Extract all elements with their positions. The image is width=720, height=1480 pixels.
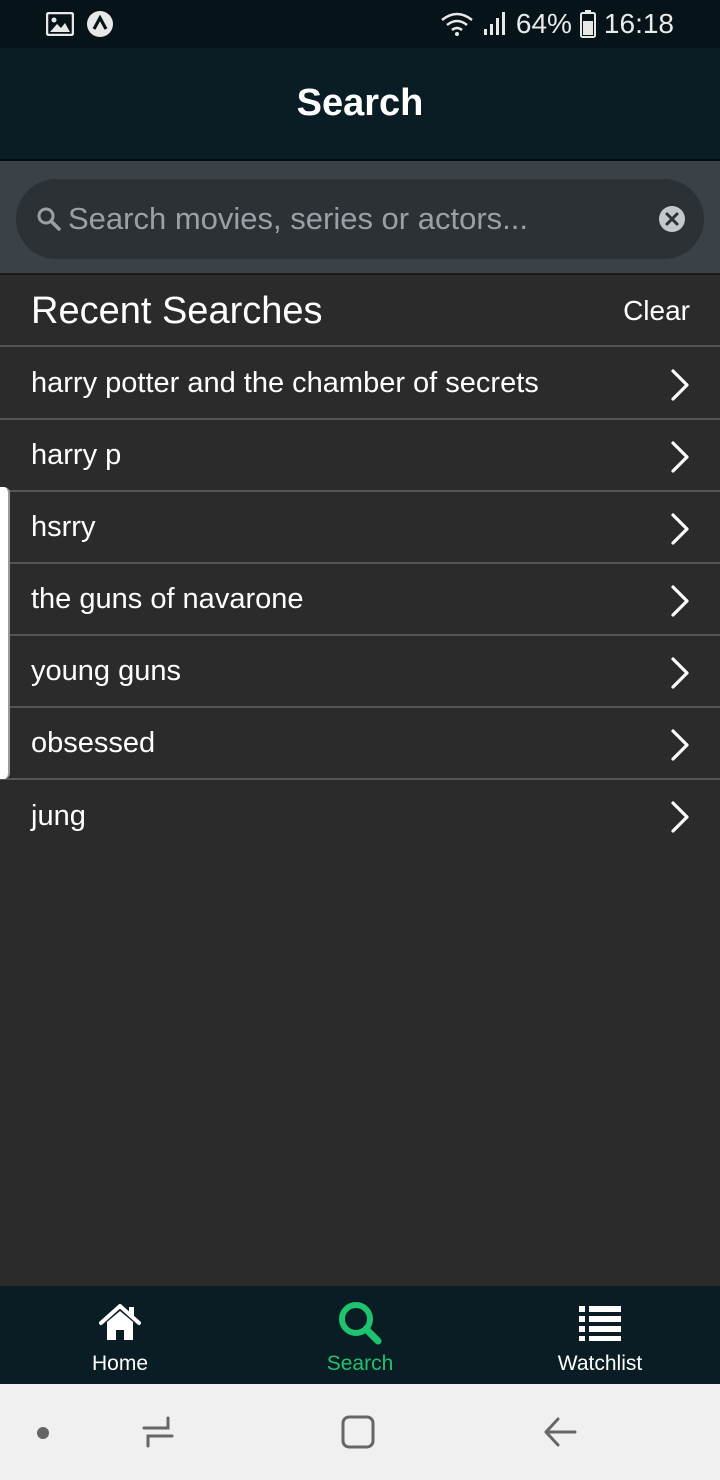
battery-icon (579, 10, 596, 38)
edge-panel-handle[interactable] (0, 487, 10, 779)
search-icon (337, 1302, 383, 1345)
clock: 16:18 (603, 8, 674, 39)
nav-watchlist[interactable]: Watchlist (480, 1286, 720, 1384)
list-item-label: hsrry (31, 510, 96, 543)
nav-search-label: Search (326, 1352, 394, 1375)
dot-icon (36, 1426, 50, 1445)
list-icon (577, 1302, 623, 1344)
recent-searches-title: Recent Searches (31, 289, 323, 332)
chevron-right-icon (666, 440, 694, 479)
home-icon (97, 1302, 143, 1344)
wifi-icon (440, 11, 474, 37)
recent-searches-list: harry potter and the chamber of secrets … (0, 348, 720, 852)
system-nav-bar (0, 1384, 720, 1480)
list-item[interactable]: young guns (0, 636, 720, 708)
app-notification-icon (86, 10, 114, 38)
chevron-right-icon (666, 656, 694, 695)
list-item[interactable]: harry p (0, 420, 720, 492)
chevron-right-icon (666, 800, 694, 839)
chevron-right-icon (666, 584, 694, 623)
list-item[interactable]: jung (0, 780, 720, 852)
search-input[interactable] (68, 179, 648, 259)
clear-recent-button[interactable]: Clear (623, 295, 690, 327)
nav-search[interactable]: Search (240, 1286, 480, 1384)
nav-watchlist-label: Watchlist (557, 1352, 643, 1375)
list-item-label: harry potter and the chamber of secrets (31, 366, 539, 399)
recent-searches-header: Recent Searches Clear (0, 277, 720, 347)
list-item-label: young guns (31, 654, 181, 687)
magnifier-icon (36, 206, 62, 237)
nav-home[interactable]: Home (0, 1286, 240, 1384)
chevron-right-icon (666, 368, 694, 407)
search-area (0, 161, 720, 275)
status-bar: 64% 16:18 (0, 0, 720, 48)
chevron-right-icon (666, 728, 694, 767)
home-button-icon[interactable] (340, 1414, 376, 1455)
search-box[interactable] (16, 179, 704, 259)
list-item-label: jung (31, 799, 86, 832)
battery-percent: 64% (515, 8, 572, 39)
list-item[interactable]: hsrry (0, 492, 720, 564)
gallery-icon (46, 12, 74, 36)
list-item[interactable]: the guns of navarone (0, 564, 720, 636)
signal-icon (482, 11, 508, 37)
back-icon[interactable] (542, 1414, 578, 1455)
bottom-nav: Home Search Watchlist (0, 1286, 720, 1384)
list-item-label: harry p (31, 438, 122, 471)
list-item[interactable]: harry potter and the chamber of secrets (0, 348, 720, 420)
list-item-label: the guns of navarone (31, 582, 304, 615)
clear-search-icon[interactable] (658, 205, 686, 238)
app-screen: 64% 16:18 Search Search movies, series o… (0, 0, 720, 1480)
page-title: Search (296, 82, 424, 124)
recent-apps-icon[interactable] (140, 1414, 176, 1455)
nav-home-label: Home (91, 1352, 149, 1375)
list-item-label: obsessed (31, 726, 156, 759)
app-header: Search (0, 48, 720, 161)
chevron-right-icon (666, 512, 694, 551)
list-item[interactable]: obsessed (0, 708, 720, 780)
